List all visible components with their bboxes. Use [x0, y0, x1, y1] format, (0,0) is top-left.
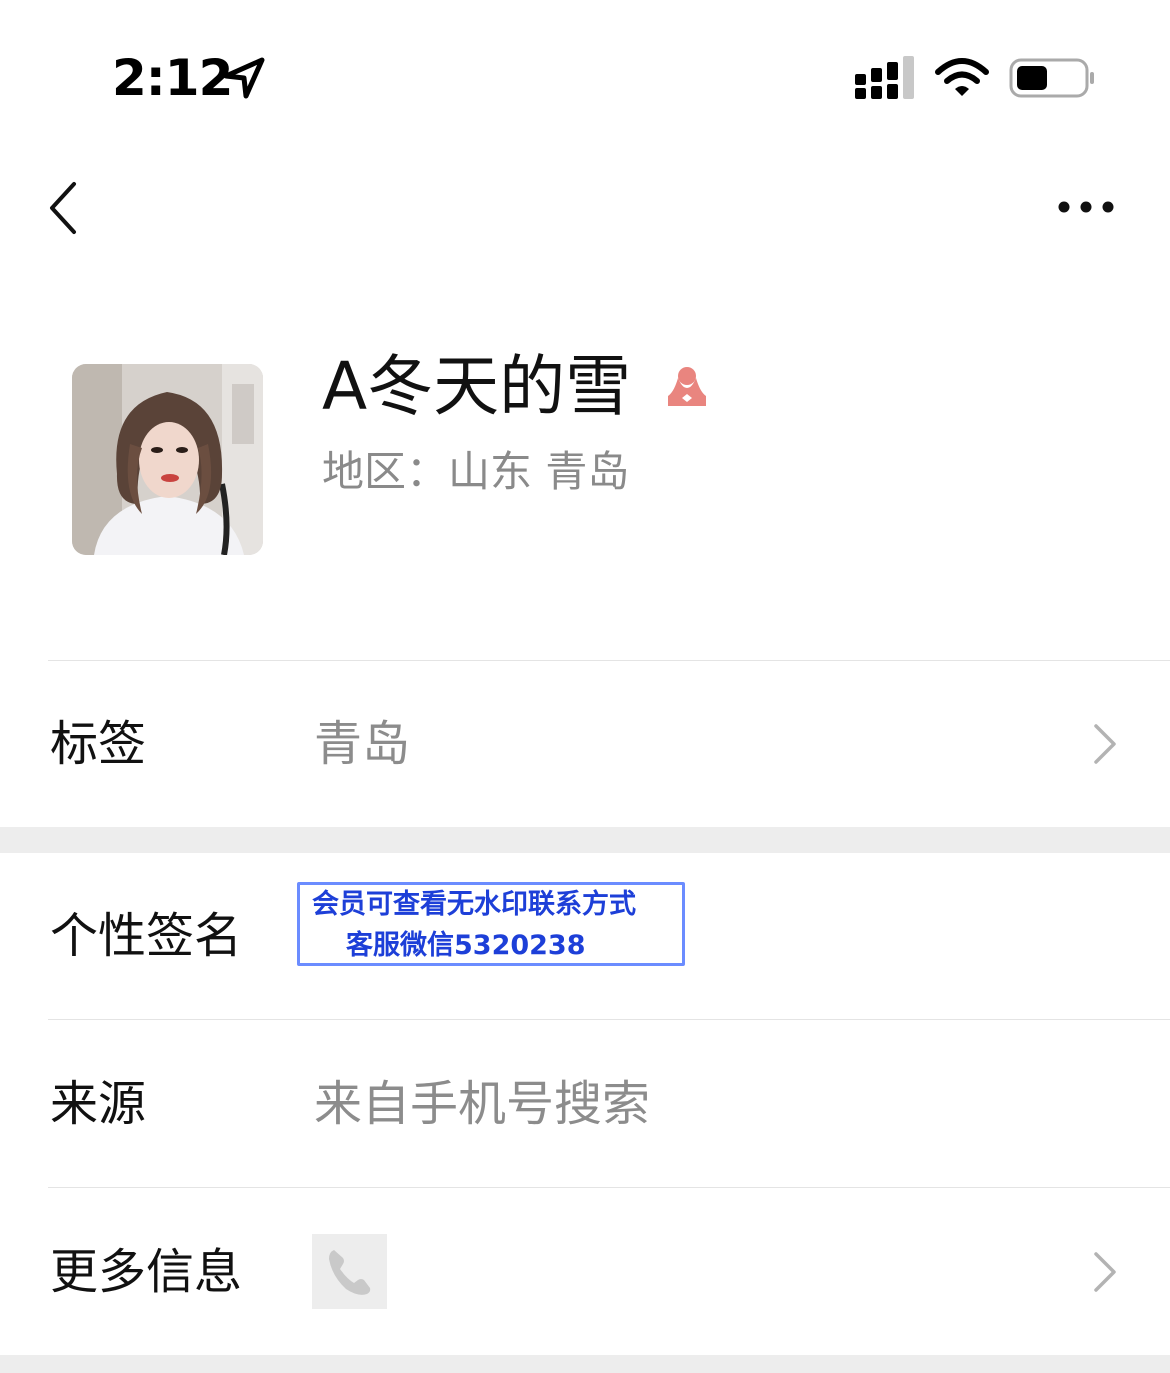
watermark-text-line1: 会员可查看无水印联系方式: [312, 889, 636, 920]
section-gap: [0, 1355, 1170, 1373]
profile-name: A冬天的雪: [322, 348, 632, 425]
battery-icon: [1009, 58, 1094, 98]
tags-row[interactable]: [0, 661, 1170, 827]
back-button[interactable]: [40, 176, 96, 240]
more-info-label: 更多信息: [50, 1244, 243, 1300]
profile-region: 地区：山东 青岛: [322, 447, 630, 496]
chevron-right-icon: [1094, 724, 1116, 764]
wifi-icon: [935, 58, 989, 96]
more-button[interactable]: [1050, 190, 1120, 226]
divider: [48, 1019, 1170, 1020]
tags-label: 标签: [50, 716, 147, 772]
avatar-photo: [72, 364, 263, 555]
source-label: 来源: [50, 1076, 147, 1132]
chevron-right-icon: [1094, 1252, 1116, 1292]
section-gap: [0, 827, 1170, 853]
source-value: 来自手机号搜索: [314, 1076, 651, 1132]
female-icon: [668, 367, 706, 406]
location-arrow-icon: [223, 57, 265, 99]
signature-label: 个性签名: [50, 908, 243, 964]
cellular-signal-icon: [855, 56, 914, 99]
watermark-text-line2: 客服微信5320238: [346, 930, 586, 961]
status-time: 2:12: [112, 49, 233, 107]
tags-value: 青岛: [314, 716, 411, 772]
phone-icon: [312, 1234, 387, 1309]
avatar[interactable]: [72, 364, 263, 555]
